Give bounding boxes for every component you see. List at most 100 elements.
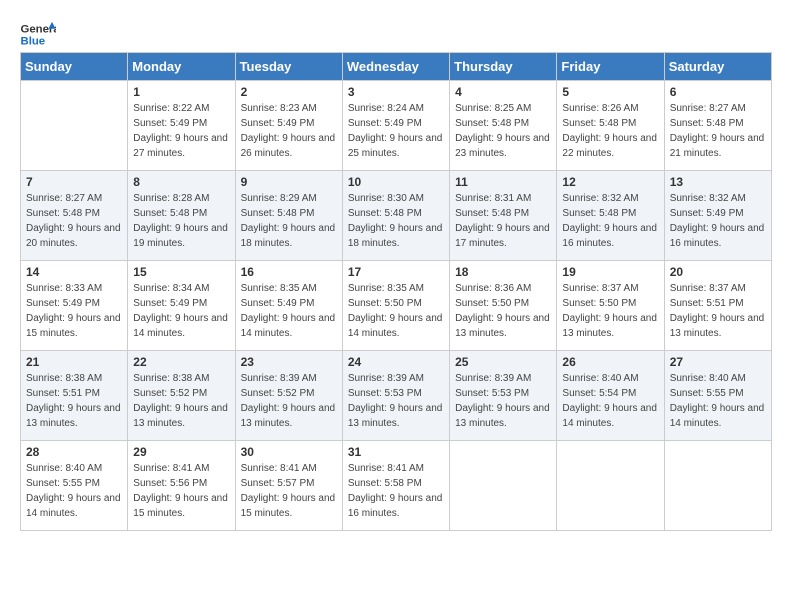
day-number: 19 xyxy=(562,265,658,279)
calendar-day-cell: 2 Sunrise: 8:23 AMSunset: 5:49 PMDaylight… xyxy=(235,81,342,171)
day-of-week-header: Monday xyxy=(128,53,235,81)
calendar-day-cell: 21 Sunrise: 8:38 AMSunset: 5:51 PMDayligh… xyxy=(21,351,128,441)
calendar-day-cell: 22Sunrise: 8:38 AMSunset: 5:52 PMDayligh… xyxy=(128,351,235,441)
day-info: Sunrise: 8:23 AMSunset: 5:49 PMDaylight:… xyxy=(241,101,337,161)
calendar-day-cell: 30 Sunrise: 8:41 AMSunset: 5:57 PMDayligh… xyxy=(235,441,342,531)
calendar-day-cell: 7 Sunrise: 8:27 AMSunset: 5:48 PMDaylight… xyxy=(21,171,128,261)
calendar-day-cell: 9 Sunrise: 8:29 AMSunset: 5:48 PMDaylight… xyxy=(235,171,342,261)
calendar-week-row: 21 Sunrise: 8:38 AMSunset: 5:51 PMDayligh… xyxy=(21,351,772,441)
calendar-day-cell: 3 Sunrise: 8:24 AMSunset: 5:49 PMDaylight… xyxy=(342,81,449,171)
day-info: Sunrise: 8:41 AMSunset: 5:57 PMDaylight:… xyxy=(241,461,337,521)
calendar-day-cell: 26 Sunrise: 8:40 AMSunset: 5:54 PMDayligh… xyxy=(557,351,664,441)
day-info: Sunrise: 8:29 AMSunset: 5:48 PMDaylight:… xyxy=(241,191,337,251)
calendar-table: SundayMondayTuesdayWednesdayThursdayFrid… xyxy=(20,52,772,531)
calendar-week-row: 14 Sunrise: 8:33 AMSunset: 5:49 PMDayligh… xyxy=(21,261,772,351)
day-number: 14 xyxy=(26,265,122,279)
day-info: Sunrise: 8:32 AMSunset: 5:49 PMDaylight:… xyxy=(670,191,766,251)
calendar-day-cell: 8Sunrise: 8:28 AMSunset: 5:48 PMDaylight… xyxy=(128,171,235,261)
calendar-day-cell: 4Sunrise: 8:25 AMSunset: 5:48 PMDaylight… xyxy=(450,81,557,171)
day-number: 27 xyxy=(670,355,766,369)
calendar-day-cell: 24Sunrise: 8:39 AMSunset: 5:53 PMDayligh… xyxy=(342,351,449,441)
day-number: 15 xyxy=(133,265,229,279)
day-number: 3 xyxy=(348,85,444,99)
calendar-day-cell xyxy=(21,81,128,171)
calendar-week-row: 28 Sunrise: 8:40 AMSunset: 5:55 PMDayligh… xyxy=(21,441,772,531)
day-info: Sunrise: 8:22 AMSunset: 5:49 PMDaylight:… xyxy=(133,101,229,161)
calendar-day-cell: 12Sunrise: 8:32 AMSunset: 5:48 PMDayligh… xyxy=(557,171,664,261)
day-info: Sunrise: 8:40 AMSunset: 5:55 PMDaylight:… xyxy=(670,371,766,431)
calendar-week-row: 7 Sunrise: 8:27 AMSunset: 5:48 PMDaylight… xyxy=(21,171,772,261)
day-info: Sunrise: 8:39 AMSunset: 5:52 PMDaylight:… xyxy=(241,371,337,431)
svg-text:Blue: Blue xyxy=(21,36,46,48)
day-info: Sunrise: 8:27 AMSunset: 5:48 PMDaylight:… xyxy=(670,101,766,161)
page-header: General Blue xyxy=(20,20,772,48)
day-info: Sunrise: 8:24 AMSunset: 5:49 PMDaylight:… xyxy=(348,101,444,161)
day-info: Sunrise: 8:40 AMSunset: 5:55 PMDaylight:… xyxy=(26,461,122,521)
day-info: Sunrise: 8:33 AMSunset: 5:49 PMDaylight:… xyxy=(26,281,122,341)
calendar-header-row: SundayMondayTuesdayWednesdayThursdayFrid… xyxy=(21,53,772,81)
day-number: 29 xyxy=(133,445,229,459)
calendar-day-cell: 23 Sunrise: 8:39 AMSunset: 5:52 PMDayligh… xyxy=(235,351,342,441)
day-number: 30 xyxy=(241,445,337,459)
day-number: 10 xyxy=(348,175,444,189)
logo: General Blue xyxy=(20,20,58,48)
calendar-day-cell: 6 Sunrise: 8:27 AMSunset: 5:48 PMDaylight… xyxy=(664,81,771,171)
calendar-day-cell: 19Sunrise: 8:37 AMSunset: 5:50 PMDayligh… xyxy=(557,261,664,351)
calendar-day-cell: 5 Sunrise: 8:26 AMSunset: 5:48 PMDaylight… xyxy=(557,81,664,171)
calendar-day-cell: 25 Sunrise: 8:39 AMSunset: 5:53 PMDayligh… xyxy=(450,351,557,441)
day-number: 26 xyxy=(562,355,658,369)
day-info: Sunrise: 8:39 AMSunset: 5:53 PMDaylight:… xyxy=(348,371,444,431)
calendar-day-cell: 11 Sunrise: 8:31 AMSunset: 5:48 PMDayligh… xyxy=(450,171,557,261)
day-number: 11 xyxy=(455,175,551,189)
day-number: 21 xyxy=(26,355,122,369)
day-of-week-header: Wednesday xyxy=(342,53,449,81)
day-number: 6 xyxy=(670,85,766,99)
calendar-day-cell: 28 Sunrise: 8:40 AMSunset: 5:55 PMDayligh… xyxy=(21,441,128,531)
day-info: Sunrise: 8:34 AMSunset: 5:49 PMDaylight:… xyxy=(133,281,229,341)
day-info: Sunrise: 8:39 AMSunset: 5:53 PMDaylight:… xyxy=(455,371,551,431)
day-number: 23 xyxy=(241,355,337,369)
day-number: 17 xyxy=(348,265,444,279)
day-of-week-header: Friday xyxy=(557,53,664,81)
day-info: Sunrise: 8:38 AMSunset: 5:51 PMDaylight:… xyxy=(26,371,122,431)
day-number: 16 xyxy=(241,265,337,279)
day-number: 4 xyxy=(455,85,551,99)
day-info: Sunrise: 8:35 AMSunset: 5:50 PMDaylight:… xyxy=(348,281,444,341)
day-info: Sunrise: 8:40 AMSunset: 5:54 PMDaylight:… xyxy=(562,371,658,431)
day-info: Sunrise: 8:27 AMSunset: 5:48 PMDaylight:… xyxy=(26,191,122,251)
day-number: 18 xyxy=(455,265,551,279)
calendar-day-cell: 13 Sunrise: 8:32 AMSunset: 5:49 PMDayligh… xyxy=(664,171,771,261)
calendar-day-cell: 10 Sunrise: 8:30 AMSunset: 5:48 PMDayligh… xyxy=(342,171,449,261)
day-number: 5 xyxy=(562,85,658,99)
calendar-day-cell: 31Sunrise: 8:41 AMSunset: 5:58 PMDayligh… xyxy=(342,441,449,531)
day-info: Sunrise: 8:35 AMSunset: 5:49 PMDaylight:… xyxy=(241,281,337,341)
day-info: Sunrise: 8:41 AMSunset: 5:58 PMDaylight:… xyxy=(348,461,444,521)
calendar-day-cell: 27 Sunrise: 8:40 AMSunset: 5:55 PMDayligh… xyxy=(664,351,771,441)
day-number: 25 xyxy=(455,355,551,369)
day-number: 28 xyxy=(26,445,122,459)
day-info: Sunrise: 8:31 AMSunset: 5:48 PMDaylight:… xyxy=(455,191,551,251)
day-number: 13 xyxy=(670,175,766,189)
calendar-week-row: 1 Sunrise: 8:22 AMSunset: 5:49 PMDaylight… xyxy=(21,81,772,171)
logo-icon: General Blue xyxy=(20,20,56,48)
day-number: 7 xyxy=(26,175,122,189)
day-info: Sunrise: 8:26 AMSunset: 5:48 PMDaylight:… xyxy=(562,101,658,161)
day-number: 1 xyxy=(133,85,229,99)
day-info: Sunrise: 8:36 AMSunset: 5:50 PMDaylight:… xyxy=(455,281,551,341)
calendar-day-cell: 20Sunrise: 8:37 AMSunset: 5:51 PMDayligh… xyxy=(664,261,771,351)
calendar-day-cell: 1 Sunrise: 8:22 AMSunset: 5:49 PMDaylight… xyxy=(128,81,235,171)
day-number: 2 xyxy=(241,85,337,99)
calendar-day-cell xyxy=(557,441,664,531)
day-number: 9 xyxy=(241,175,337,189)
day-of-week-header: Saturday xyxy=(664,53,771,81)
day-of-week-header: Thursday xyxy=(450,53,557,81)
day-info: Sunrise: 8:38 AMSunset: 5:52 PMDaylight:… xyxy=(133,371,229,431)
day-of-week-header: Tuesday xyxy=(235,53,342,81)
calendar-day-cell: 16 Sunrise: 8:35 AMSunset: 5:49 PMDayligh… xyxy=(235,261,342,351)
day-number: 12 xyxy=(562,175,658,189)
calendar-day-cell: 18 Sunrise: 8:36 AMSunset: 5:50 PMDayligh… xyxy=(450,261,557,351)
day-number: 20 xyxy=(670,265,766,279)
calendar-day-cell: 14 Sunrise: 8:33 AMSunset: 5:49 PMDayligh… xyxy=(21,261,128,351)
calendar-day-cell xyxy=(664,441,771,531)
day-info: Sunrise: 8:30 AMSunset: 5:48 PMDaylight:… xyxy=(348,191,444,251)
